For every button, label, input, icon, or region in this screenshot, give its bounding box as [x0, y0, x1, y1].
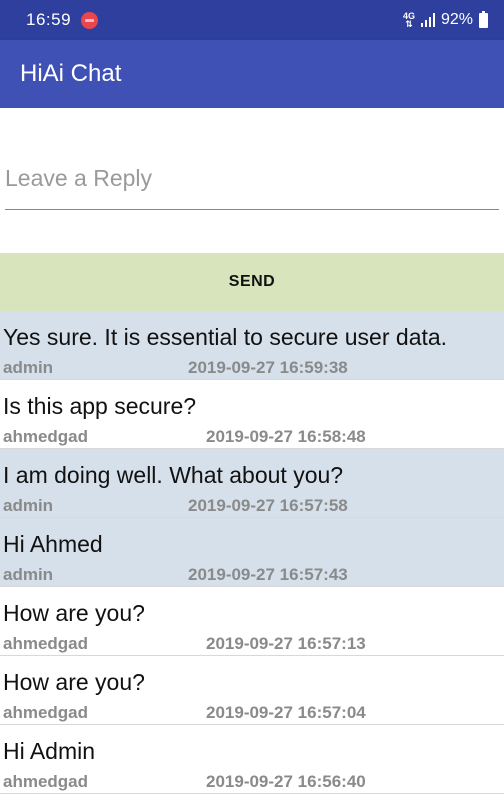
message-row[interactable]: How are you? ahmedgad 2019-09-27 16:57:04	[0, 656, 504, 725]
message-row[interactable]: How are you? ahmedgad 2019-09-27 16:57:13	[0, 587, 504, 656]
message-text: I am doing well. What about you?	[3, 462, 344, 488]
message-text: Hi Admin	[3, 738, 96, 764]
status-time: 16:59	[26, 10, 72, 29]
message-author: ahmedgad	[3, 772, 89, 791]
message-row[interactable]: I am doing well. What about you? admin 201…	[0, 449, 504, 518]
status-indicators: 4G ⇅ 92%	[402, 10, 488, 29]
message-timestamp: 2019-09-27 16:56:40	[206, 772, 366, 791]
message-author: admin	[3, 565, 54, 584]
send-button[interactable]: SEND	[0, 253, 504, 311]
battery-icon	[479, 10, 488, 28]
message-timestamp: 2019-09-27 16:58:48	[206, 427, 366, 446]
message-timestamp: 2019-09-27 16:57:58	[188, 496, 348, 515]
message-text: Yes sure. It is essential to secure user…	[3, 324, 448, 350]
network-4g-icon: 4G ⇅	[402, 11, 415, 29]
message-text: Is this app secure?	[3, 393, 197, 419]
message-row[interactable]: Yes sure. It is essential to secure user…	[0, 311, 504, 380]
signal-icon	[420, 13, 435, 27]
app-bar: HiAi Chat	[0, 40, 504, 108]
reply-area	[0, 108, 504, 253]
message-list[interactable]: Yes sure. It is essential to secure user…	[0, 311, 504, 794]
send-button-label: SEND	[228, 273, 276, 290]
message-author: ahmedgad	[3, 427, 89, 446]
message-author: ahmedgad	[3, 634, 89, 653]
network-label: 4G	[402, 11, 415, 21]
message-timestamp: 2019-09-27 16:57:13	[206, 634, 366, 653]
message-timestamp: 2019-09-27 16:57:43	[188, 565, 348, 584]
message-text: How are you?	[3, 669, 145, 695]
notification-badge-icon	[81, 11, 99, 29]
message-text: How are you?	[3, 600, 145, 626]
message-author: admin	[3, 358, 54, 377]
message-row[interactable]: Is this app secure? ahmedgad 2019-09-27 16…	[0, 380, 504, 449]
battery-percent: 92%	[440, 11, 473, 28]
message-row[interactable]: Hi Ahmed admin 2019-09-27 16:57:43	[0, 518, 504, 587]
message-timestamp: 2019-09-27 16:59:38	[188, 358, 348, 377]
reply-input[interactable]	[5, 148, 499, 210]
message-timestamp: 2019-09-27 16:57:04	[206, 703, 366, 722]
status-bar: 16:59 4G ⇅ 92%	[0, 0, 504, 40]
message-text: Hi Ahmed	[3, 531, 103, 557]
message-row[interactable]: Hi Admin ahmedgad 2019-09-27 16:56:40	[0, 725, 504, 794]
app-title: HiAi Chat	[20, 60, 122, 87]
message-author: admin	[3, 496, 54, 515]
message-author: ahmedgad	[3, 703, 89, 722]
